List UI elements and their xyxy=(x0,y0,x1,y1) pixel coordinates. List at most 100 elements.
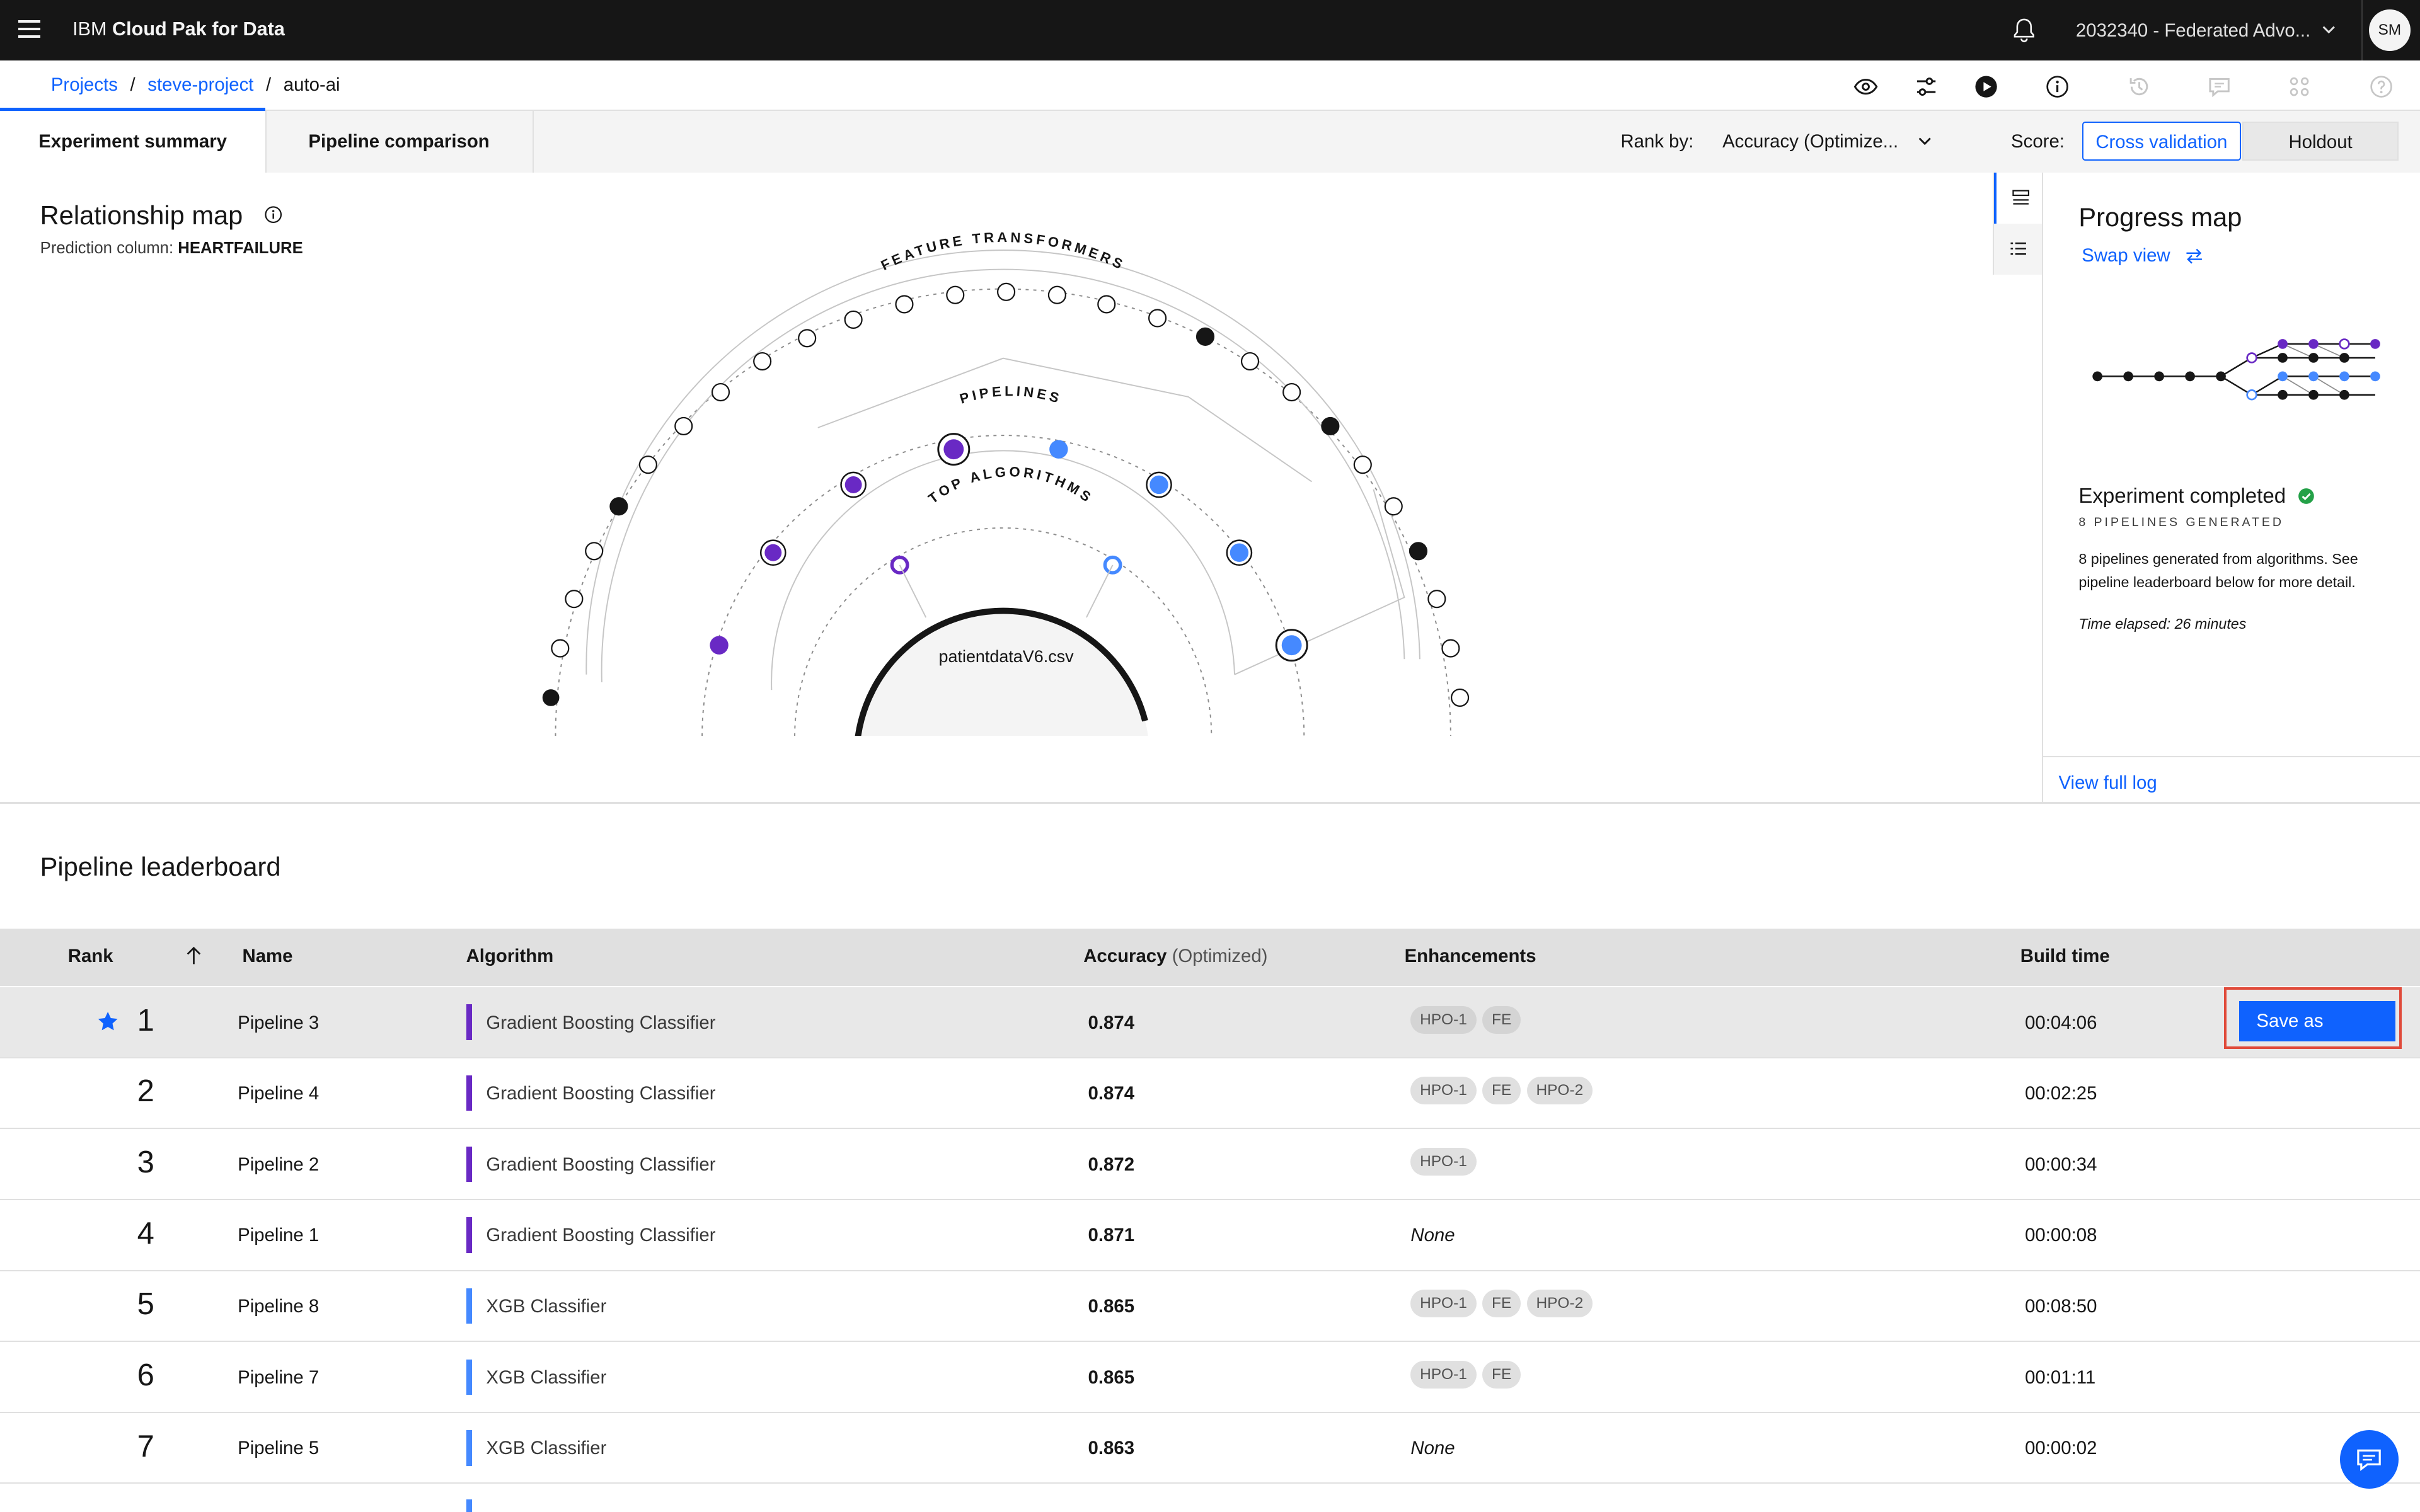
info-icon[interactable] xyxy=(264,205,282,224)
swap-view-link[interactable]: Swap view xyxy=(2082,245,2170,266)
pipelines-label: PIPELINES xyxy=(958,383,1061,406)
leaderboard-title: Pipeline leaderboard xyxy=(40,851,281,881)
star-filled-icon xyxy=(98,1012,118,1031)
table-row[interactable]: 4 Pipeline 1 Gradient Boosting Classifie… xyxy=(0,1200,2420,1271)
pipeline-name[interactable]: Pipeline 7 xyxy=(238,1367,319,1389)
feature-transformers-label: FEATURE TRANSFORMERS xyxy=(879,229,1125,273)
accuracy-cell: 0.865 xyxy=(1088,1296,1135,1317)
enhancements-cell: HPO-1 FE xyxy=(1410,1005,1526,1034)
build-time-cell: 00:04:06 xyxy=(2025,1012,2097,1033)
enhancement-tag: HPO-1 xyxy=(1410,1290,1477,1318)
build-time-cell: 00:02:25 xyxy=(2025,1083,2097,1104)
bullet-list-icon xyxy=(2010,242,2027,255)
view-icon[interactable] xyxy=(1853,74,1878,99)
menu-icon[interactable] xyxy=(18,20,40,38)
chevron-down-icon[interactable] xyxy=(2321,21,2336,37)
column-name[interactable]: Name xyxy=(242,946,292,967)
chat-button[interactable] xyxy=(2339,1430,2399,1489)
pipeline-name[interactable]: Pipeline 8 xyxy=(238,1296,319,1317)
map-view-button[interactable] xyxy=(1993,173,2044,224)
table-row[interactable] xyxy=(0,1484,2420,1512)
account-switcher[interactable]: 2032340 - Federated Advo... xyxy=(2076,20,2310,42)
breadcrumb-projects[interactable]: Projects xyxy=(51,74,118,95)
table-row[interactable]: 2 Pipeline 4 Gradient Boosting Classifie… xyxy=(0,1058,2420,1130)
tab-pipeline-comparison[interactable]: Pipeline comparison xyxy=(265,111,534,173)
chevron-down-icon[interactable] xyxy=(1917,133,1932,148)
breadcrumb: Projects / steve-project / auto-ai xyxy=(51,74,340,96)
enhancement-tag: FE xyxy=(1482,1005,1521,1034)
history-icon[interactable] xyxy=(2127,74,2152,99)
column-accuracy[interactable]: Accuracy (Optimized) xyxy=(1083,946,1267,967)
view-full-log-link[interactable]: View full log xyxy=(2059,772,2157,794)
table-row[interactable]: 5 Pipeline 8 XGB Classifier 0.865 HPO-1 F… xyxy=(0,1271,2420,1343)
info-icon[interactable] xyxy=(2045,74,2070,99)
algorithm-color-bar xyxy=(466,1430,473,1466)
column-enhancements[interactable]: Enhancements xyxy=(1405,946,1536,967)
experiment-tabs-bar: Experiment summary Pipeline comparison R… xyxy=(0,111,2420,175)
column-build-time[interactable]: Build time xyxy=(2020,946,2110,967)
enhancement-tag: FE xyxy=(1482,1361,1521,1389)
help-icon[interactable] xyxy=(2369,74,2394,99)
svg-text:PIPELINES: PIPELINES xyxy=(958,383,1064,406)
progress-map-panel: Progress map Swap view Experiment comple… xyxy=(2042,173,2420,803)
comment-icon[interactable] xyxy=(2207,74,2232,99)
enhancement-tag: HPO-2 xyxy=(1526,1290,1593,1318)
pipeline-name[interactable]: Pipeline 1 xyxy=(238,1225,319,1246)
pipeline-name[interactable]: Pipeline 5 xyxy=(238,1438,319,1459)
rank-cell: 6 xyxy=(137,1358,154,1393)
list-view-button[interactable] xyxy=(1994,224,2043,275)
rank-cell: 5 xyxy=(137,1287,154,1322)
score-holdout-button[interactable]: Holdout xyxy=(2242,122,2399,161)
column-algorithm[interactable]: Algorithm xyxy=(466,946,554,967)
table-row[interactable]: 1 Pipeline 3 Gradient Boosting Classifie… xyxy=(0,987,2420,1058)
pipeline-name[interactable]: Pipeline 4 xyxy=(238,1083,319,1104)
enhancements-none: None xyxy=(1410,1438,1455,1459)
enhancements-none: None xyxy=(1410,1225,1455,1246)
top-header-bar: IBM Cloud Pak for Data 2032340 - Federat… xyxy=(0,0,2420,60)
breadcrumb-current: auto-ai xyxy=(283,74,340,95)
enhancement-tag: HPO-1 xyxy=(1410,1361,1477,1389)
algorithm-color-bar xyxy=(466,1004,473,1040)
score-cross-validation-button[interactable]: Cross validation xyxy=(2082,122,2241,161)
algorithm-color-bar xyxy=(466,1499,473,1512)
table-row[interactable]: 3 Pipeline 2 Gradient Boosting Classifie… xyxy=(0,1129,2420,1200)
rank-cell: 4 xyxy=(137,1216,154,1251)
pipeline-name[interactable]: Pipeline 2 xyxy=(238,1154,319,1176)
notification-bell-icon[interactable] xyxy=(2011,17,2037,43)
table-row[interactable]: 7 Pipeline 5 XGB Classifier 0.863 None 0… xyxy=(0,1413,2420,1484)
enhancement-tag: HPO-1 xyxy=(1410,1077,1477,1105)
breadcrumb-separator: / xyxy=(266,74,272,95)
accuracy-cell: 0.863 xyxy=(1088,1438,1135,1459)
relationship-map-chart[interactable]: patientdataV6.csv FEATURE TRANSFORMERS P… xyxy=(509,212,1497,736)
enhancements-cell: HPO-1 FE HPO-2 xyxy=(1410,1290,1598,1318)
build-time-cell: 00:01:11 xyxy=(2025,1366,2096,1388)
rank-by-dropdown[interactable]: Accuracy (Optimize... xyxy=(1722,131,1939,152)
algorithm-cell: XGB Classifier xyxy=(486,1366,607,1388)
tab-experiment-summary[interactable]: Experiment summary xyxy=(0,111,267,173)
rank-cell: 2 xyxy=(137,1074,154,1109)
enhancement-tag: HPO-1 xyxy=(1410,1148,1477,1176)
algorithm-color-bar xyxy=(466,1288,473,1324)
user-avatar-button[interactable]: SM xyxy=(2361,0,2420,60)
sort-ascending-icon[interactable] xyxy=(185,946,202,966)
swap-arrows-icon[interactable] xyxy=(2185,247,2203,265)
product-name[interactable]: IBM Cloud Pak for Data xyxy=(72,18,285,40)
prediction-column: Prediction column: HEARTFAILURE xyxy=(40,239,303,257)
rank-cell: 3 xyxy=(137,1145,154,1180)
progress-description: 8 pipelines generated from algorithms. S… xyxy=(2078,551,2358,591)
apps-icon[interactable] xyxy=(2287,74,2312,99)
settings-sliders-icon[interactable] xyxy=(1914,74,1939,99)
relationship-map-title: Relationship map xyxy=(40,200,243,231)
chat-icon xyxy=(2357,1449,2381,1471)
avatar[interactable]: SM xyxy=(2368,9,2411,51)
run-icon[interactable] xyxy=(1974,74,1998,99)
breadcrumb-project[interactable]: steve-project xyxy=(147,74,253,95)
breadcrumb-bar: Projects / steve-project / auto-ai xyxy=(0,60,2420,111)
pipeline-name[interactable]: Pipeline 3 xyxy=(238,1012,319,1034)
column-rank[interactable]: Rank xyxy=(68,946,113,967)
table-row[interactable]: 6 Pipeline 7 XGB Classifier 0.865 HPO-1 F… xyxy=(0,1342,2420,1413)
section-divider xyxy=(0,802,2420,804)
rank-cell: 1 xyxy=(137,1003,154,1038)
score-label: Score: xyxy=(2011,131,2065,152)
save-as-button[interactable]: Save as xyxy=(2239,1001,2395,1042)
